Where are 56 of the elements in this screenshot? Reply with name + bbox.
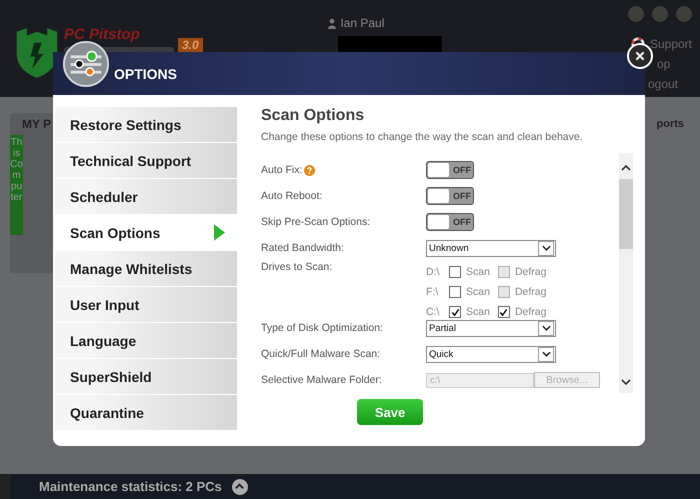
user-name: Ian Paul: [340, 16, 384, 30]
menu-item[interactable]: Language: [55, 323, 237, 358]
dropdown[interactable]: Partial: [426, 320, 556, 336]
toggle-switch[interactable]: OFF: [426, 213, 474, 231]
expand-button[interactable]: [232, 478, 248, 494]
checkbox[interactable]: [449, 286, 461, 298]
checkbox[interactable]: [449, 266, 461, 278]
setting-label: Auto Fix:: [261, 164, 302, 176]
section-heading: Scan Options: [261, 107, 366, 125]
checkbox-label: Scan: [466, 286, 490, 298]
setting-label: Drives to Scan:: [261, 261, 332, 273]
toggle-switch[interactable]: OFF: [426, 161, 474, 179]
menu-item[interactable]: Restore Settings: [55, 107, 237, 142]
menu-item[interactable]: Scheduler: [55, 179, 237, 214]
drive-label: F:\: [426, 286, 440, 298]
setting-label: Quick/Full Malware Scan:: [261, 348, 380, 360]
help-icon[interactable]: [304, 164, 316, 176]
checkbox[interactable]: [498, 306, 510, 318]
version-badge: 3.0: [178, 38, 203, 52]
status-text: Maintenance statistics: 2 PCs: [39, 479, 222, 494]
scroll-down-icon[interactable]: [621, 379, 631, 385]
side-tag: This Computer: [10, 135, 23, 235]
setting-label: Auto Reboot:: [261, 190, 322, 202]
setting-label: Selective Malware Folder:: [261, 374, 382, 386]
brand-name: PC Pitstop: [64, 26, 141, 43]
drive-label: D:\: [426, 266, 440, 278]
user-icon: [328, 18, 336, 28]
dialog-title: OPTIONS: [114, 66, 178, 82]
caret-icon[interactable]: [538, 346, 554, 362]
checkbox-label: Scan: [466, 266, 490, 278]
toggle-switch[interactable]: OFF: [426, 187, 474, 205]
close-icon: [634, 50, 646, 62]
dropdown[interactable]: Unknown: [426, 240, 556, 256]
scrollbar[interactable]: [619, 153, 633, 393]
checkbox-label: Defrag: [514, 286, 546, 298]
setting-label: Skip Pre-Scan Options:: [261, 216, 370, 228]
section-description: Change these options to change the way the scan and clean behave.: [261, 131, 584, 143]
checkbox-label: Defrag: [514, 266, 546, 278]
menu-item[interactable]: User Input: [55, 287, 237, 322]
checkbox-label: Scan: [466, 306, 490, 318]
caret-icon[interactable]: [538, 240, 554, 256]
dropdown[interactable]: Quick: [426, 346, 556, 362]
menu-item[interactable]: Quarantine: [55, 395, 237, 430]
shield-logo-icon: [14, 26, 60, 78]
menu-item[interactable]: Technical Support: [55, 143, 237, 178]
scroll-up-icon[interactable]: [621, 165, 631, 171]
chevron-up-icon: [235, 482, 244, 491]
setting-label: Type of Disk Optimization:: [261, 322, 383, 334]
menu-item[interactable]: SuperShield: [55, 359, 237, 394]
checkbox-label: Defrag: [514, 306, 546, 318]
drive-label: C:\: [426, 306, 440, 318]
menu-item[interactable]: Manage Whitelists: [55, 251, 237, 286]
setting-label: Rated Bandwidth:: [261, 242, 344, 254]
checkbox[interactable]: [449, 306, 461, 318]
triangle-pointer-icon: [214, 224, 225, 241]
caret-icon[interactable]: [538, 320, 554, 336]
